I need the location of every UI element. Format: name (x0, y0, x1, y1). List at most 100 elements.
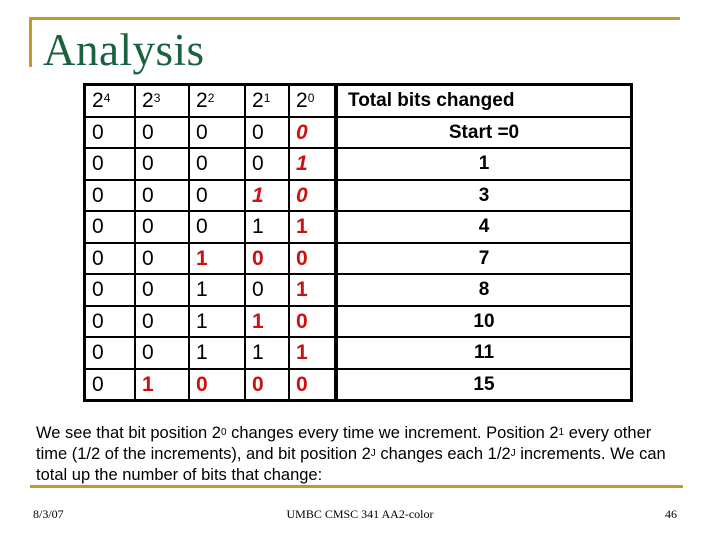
changed-bit-value: 1 (296, 215, 308, 239)
bit-value: 1 (196, 278, 208, 302)
footer-course: UMBC CMSC 341 AA2-color (286, 507, 434, 521)
changed-bit-value: 1 (142, 372, 154, 396)
title-frame-left-rule (29, 17, 32, 67)
header-bit-1: 21 (244, 83, 290, 118)
changed-bit-value: 1 (196, 246, 208, 270)
bit-cell: 0 (188, 367, 246, 402)
bit-cell: 0 (134, 210, 190, 244)
bit-value: 0 (92, 183, 104, 207)
bit-value: 0 (252, 120, 264, 144)
bit-value: 0 (252, 152, 264, 176)
bit-cell: 1 (288, 210, 338, 244)
total-bits-changed-cell: 7 (335, 241, 633, 275)
bit-value: 0 (142, 278, 154, 302)
bit-value: 0 (196, 183, 208, 207)
bit-value: 0 (196, 152, 208, 176)
header-bit-2: 22 (188, 83, 246, 118)
changed-bit-value: 0 (296, 183, 308, 207)
header-bit-0: 20 (288, 83, 338, 118)
bit-value: 1 (252, 341, 264, 365)
bit-value: 0 (252, 278, 264, 302)
bit-value: 0 (142, 341, 154, 365)
bit-value: 0 (92, 372, 104, 396)
bit-value: 0 (196, 215, 208, 239)
changed-bit-value: 0 (296, 246, 308, 270)
bit-cell: 1 (244, 178, 290, 212)
bit-cell: 0 (83, 273, 136, 307)
explanation-paragraph: We see that bit position 20 changes ever… (36, 424, 666, 484)
bit-value: 1 (252, 215, 264, 239)
header-total-bits-changed: Total bits changed (335, 83, 633, 118)
bit-value: 0 (196, 120, 208, 144)
table-row: 0 0 0 0 0 Start =0 (83, 115, 633, 149)
bit-cell: 1 (188, 273, 246, 307)
header-bit-4: 24 (83, 83, 136, 118)
bit-cell: 1 (188, 241, 246, 275)
bit-cell: 0 (244, 115, 290, 149)
total-bits-changed-cell: 11 (335, 336, 633, 370)
bit-value: 0 (92, 278, 104, 302)
bit-cell: 0 (134, 178, 190, 212)
footer-page-number: 46 (665, 507, 677, 521)
bit-cell: 0 (188, 178, 246, 212)
bit-cell: 0 (134, 336, 190, 370)
bit-cell: 0 (244, 241, 290, 275)
changed-bit-value: 1 (296, 152, 308, 176)
table-row: 0 0 1 1 0 10 (83, 304, 633, 338)
bit-cell: 0 (83, 336, 136, 370)
slide-title: Analysis (43, 25, 205, 75)
table-row: 0 0 1 0 1 8 (83, 273, 633, 307)
bit-cell: 0 (134, 273, 190, 307)
bit-cell: 0 (134, 304, 190, 338)
bit-value: 0 (92, 246, 104, 270)
content-bottom-rule (30, 485, 683, 488)
bit-cell: 0 (83, 147, 136, 181)
bit-cell: 0 (83, 241, 136, 275)
bit-change-table: 24 23 22 21 20 Total bits changed 0 0 0 0 0 S… (83, 83, 633, 402)
changed-bit-value: 0 (252, 246, 264, 270)
bit-cell: 0 (83, 115, 136, 149)
bit-value: 0 (142, 183, 154, 207)
table-row: 0 0 0 1 1 4 (83, 210, 633, 244)
bit-cell: 1 (134, 367, 190, 402)
bit-cell: 0 (288, 367, 338, 402)
bit-cell: 1 (288, 336, 338, 370)
bit-cell: 1 (288, 273, 338, 307)
bit-cell: 0 (83, 210, 136, 244)
bit-cell: 0 (134, 115, 190, 149)
bit-cell: 0 (244, 273, 290, 307)
total-bits-changed-cell: 15 (335, 367, 633, 402)
title-frame-top-rule (29, 17, 680, 20)
bit-value: 0 (142, 152, 154, 176)
changed-bit-value: 0 (196, 372, 208, 396)
bit-value: 0 (92, 309, 104, 333)
header-bit-3: 23 (134, 83, 190, 118)
bit-value: 1 (196, 309, 208, 333)
bit-cell: 0 (188, 115, 246, 149)
bit-cell: 0 (134, 241, 190, 275)
changed-bit-value: 1 (296, 341, 308, 365)
bit-value: 0 (142, 215, 154, 239)
bit-cell: 0 (188, 210, 246, 244)
bit-value: 0 (142, 246, 154, 270)
bit-cell: 0 (83, 304, 136, 338)
bit-value: 0 (92, 341, 104, 365)
bit-cell: 0 (188, 147, 246, 181)
table-row: 0 0 0 1 0 3 (83, 178, 633, 212)
changed-bit-value: 0 (296, 372, 308, 396)
bit-value: 0 (142, 309, 154, 333)
bit-cell: 1 (188, 336, 246, 370)
bit-cell: 0 (244, 367, 290, 402)
bit-value: 0 (92, 152, 104, 176)
table-row: 0 1 0 0 0 15 (83, 367, 633, 402)
bit-cell: 1 (244, 210, 290, 244)
bit-cell: 1 (288, 147, 338, 181)
table-row: 0 0 1 0 0 7 (83, 241, 633, 275)
table-row: 0 0 1 1 1 11 (83, 336, 633, 370)
table-row: 0 0 0 0 1 1 (83, 147, 633, 181)
table-header-row: 24 23 22 21 20 Total bits changed (83, 83, 633, 118)
total-bits-changed-cell: 1 (335, 147, 633, 181)
bit-cell: 0 (288, 241, 338, 275)
bit-cell: 0 (83, 367, 136, 402)
bit-cell: 0 (83, 178, 136, 212)
